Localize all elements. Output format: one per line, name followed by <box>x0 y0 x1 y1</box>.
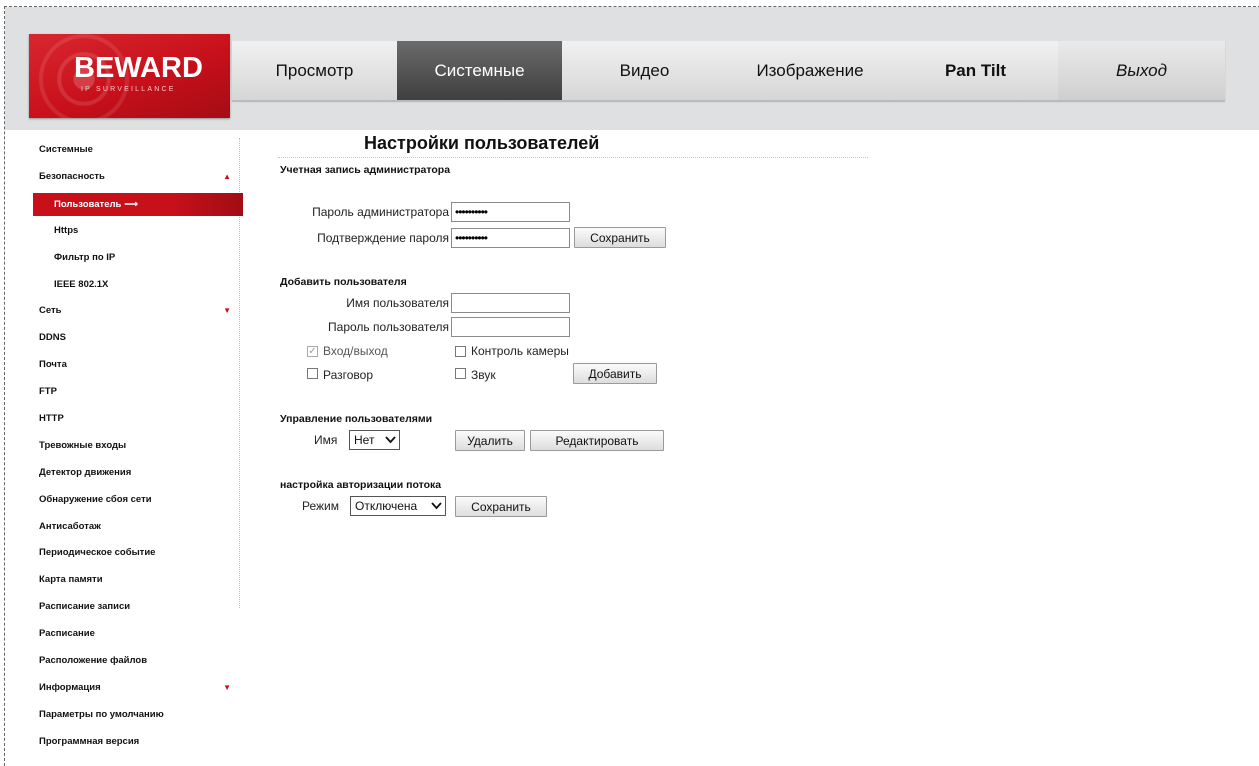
page-title: Настройки пользователей <box>364 133 600 153</box>
sidebar-item-memory-card[interactable]: Карта памяти <box>33 567 243 594</box>
sidebar-item-user[interactable]: Пользователь ⟶ <box>33 192 243 216</box>
admin-password-label: Пароль администратора <box>312 205 449 219</box>
nav-tab-pan-tilt[interactable]: Pan Tilt <box>893 41 1058 100</box>
sidebar-item-periodic-event[interactable]: Периодическое событие <box>33 540 243 567</box>
nav-tab-view[interactable]: Просмотр <box>232 41 397 100</box>
nav-tab-video[interactable]: Видео <box>562 41 727 100</box>
user-password-label: Пароль пользователя <box>328 320 449 334</box>
sidebar-item-information[interactable]: Информация ▼ <box>33 675 243 702</box>
audio-checkbox[interactable] <box>455 368 466 379</box>
nav-tab-system[interactable]: Системные <box>397 41 562 100</box>
sidebar-item-label: Периодическое событие <box>39 547 156 559</box>
admin-section-title: Учетная запись администратора <box>280 164 451 176</box>
sidebar-item-label: Программная версия <box>39 735 140 747</box>
top-nav: Просмотр Системные Видео Изображение Pan… <box>232 41 1225 101</box>
admin-save-button[interactable]: Сохранить <box>574 227 666 248</box>
title-underline <box>278 157 868 158</box>
user-password-input[interactable] <box>451 317 570 337</box>
sidebar-item-network[interactable]: Сеть ▼ <box>33 298 243 325</box>
camera-control-checkbox[interactable] <box>455 346 466 357</box>
sidebar-item-ieee8021x[interactable]: IEEE 802.1X <box>33 272 243 299</box>
talk-checkbox[interactable] <box>307 368 318 379</box>
sidebar-item-label: Сеть <box>39 305 62 317</box>
sidebar-item-label: Системные <box>39 144 93 155</box>
edit-user-button[interactable]: Редактировать <box>530 430 664 451</box>
sidebar-item-defaults[interactable]: Параметры по умолчанию <box>33 702 243 729</box>
sidebar-item-file-location[interactable]: Расположение файлов <box>33 648 243 675</box>
logo-tagline: IP SURVEILLANCE <box>81 86 176 93</box>
sidebar-item-motion-detector[interactable]: Детектор движения <box>33 460 243 487</box>
sidebar-item-label: Фильтр по IP <box>54 251 116 263</box>
sidebar-item-ddns[interactable]: DDNS <box>33 325 243 352</box>
sidebar-item-system[interactable]: Системные <box>33 137 243 164</box>
sidebar-item-label: FTP <box>39 386 57 398</box>
sidebar-item-label: Https <box>54 224 79 236</box>
logo-brand: BEWARD <box>74 52 203 84</box>
admin-confirm-label: Подтверждение пароля <box>317 231 449 245</box>
user-name-select-value: Нет <box>354 433 375 447</box>
nav-tab-logout[interactable]: Выход <box>1058 41 1225 100</box>
sidebar-item-label: Обнаружение сбоя сети <box>39 493 152 505</box>
username-label: Имя пользователя <box>346 296 449 310</box>
sidebar-item-label: Расписание записи <box>39 601 131 613</box>
admin-confirm-input[interactable]: •••••••••• <box>451 228 570 248</box>
user-name-select[interactable]: Нет <box>349 430 400 450</box>
stream-mode-select[interactable]: Отключена <box>350 496 446 516</box>
sidebar-item-security[interactable]: Безопасность ▲ <box>33 164 243 191</box>
nav-tab-image[interactable]: Изображение <box>727 41 893 100</box>
arrow-right-icon: ⟶ <box>124 198 138 210</box>
talk-label: Разговор <box>323 368 374 382</box>
sidebar: Системные Безопасность ▲ Пользователь ⟶ Ht… <box>33 137 243 756</box>
stream-auth-section-title: настройка авторизации потока <box>280 479 442 491</box>
camera-control-label: Контроль камеры <box>471 344 569 358</box>
username-input[interactable] <box>451 293 570 313</box>
admin-password-input[interactable]: •••••••••• <box>451 202 570 222</box>
beward-logo[interactable]: BEWARD IP SURVEILLANCE <box>29 34 230 118</box>
chevron-down-icon <box>431 497 442 515</box>
sidebar-item-record-schedule[interactable]: Расписание записи <box>33 594 243 621</box>
sidebar-item-firmware-version[interactable]: Программная версия <box>33 729 243 756</box>
sidebar-item-tamper[interactable]: Антисаботаж <box>33 514 243 541</box>
sidebar-item-label: Почта <box>39 359 67 371</box>
triangle-up-icon: ▲ <box>223 171 231 181</box>
login-logout-label: Вход/выход <box>323 344 388 358</box>
sidebar-item-label: Безопасность <box>39 170 105 182</box>
sidebar-item-label: Расписание <box>39 628 95 640</box>
triangle-down-icon: ▼ <box>223 682 231 692</box>
sidebar-item-label: HTTP <box>39 413 64 425</box>
sidebar-item-label: Параметры по умолчанию <box>39 708 164 720</box>
sidebar-item-network-failure[interactable]: Обнаружение сбоя сети <box>33 487 243 514</box>
sidebar-item-http[interactable]: HTTP <box>33 406 243 433</box>
sidebar-item-label: Карта памяти <box>39 574 103 586</box>
manage-section-title: Управление пользователями <box>280 413 433 425</box>
sidebar-item-label: Детектор движения <box>39 466 132 478</box>
sidebar-item-label: Антисаботаж <box>39 520 101 532</box>
add-user-section-title: Добавить пользователя <box>280 276 407 288</box>
stream-mode-label: Режим <box>302 499 339 513</box>
sidebar-item-label: DDNS <box>39 332 66 344</box>
audio-label: Звук <box>471 368 496 382</box>
login-logout-checkbox[interactable]: ✓ <box>307 346 318 357</box>
stream-save-button[interactable]: Сохранить <box>455 496 547 517</box>
sidebar-item-schedule[interactable]: Расписание <box>33 621 243 648</box>
delete-user-button[interactable]: Удалить <box>455 430 525 451</box>
user-name-select-label: Имя <box>314 433 338 447</box>
sidebar-item-ftp[interactable]: FTP <box>33 379 243 406</box>
sidebar-item-label: Расположение файлов <box>39 655 148 667</box>
sidebar-item-https[interactable]: Https <box>33 218 243 245</box>
triangle-down-icon: ▼ <box>223 306 231 316</box>
sidebar-item-label: Пользователь <box>54 198 122 210</box>
sidebar-item-label: Тревожные входы <box>39 439 127 451</box>
chevron-down-icon <box>385 431 396 449</box>
add-user-button[interactable]: Добавить <box>573 363 657 384</box>
sidebar-item-mail[interactable]: Почта <box>33 352 243 379</box>
sidebar-item-alarm-inputs[interactable]: Тревожные входы <box>33 433 243 460</box>
sidebar-item-label: Информация <box>39 681 101 693</box>
sidebar-item-label: IEEE 802.1X <box>54 278 109 290</box>
sidebar-item-ip-filter[interactable]: Фильтр по IP <box>33 245 243 272</box>
stream-mode-select-value: Отключена <box>355 499 418 513</box>
